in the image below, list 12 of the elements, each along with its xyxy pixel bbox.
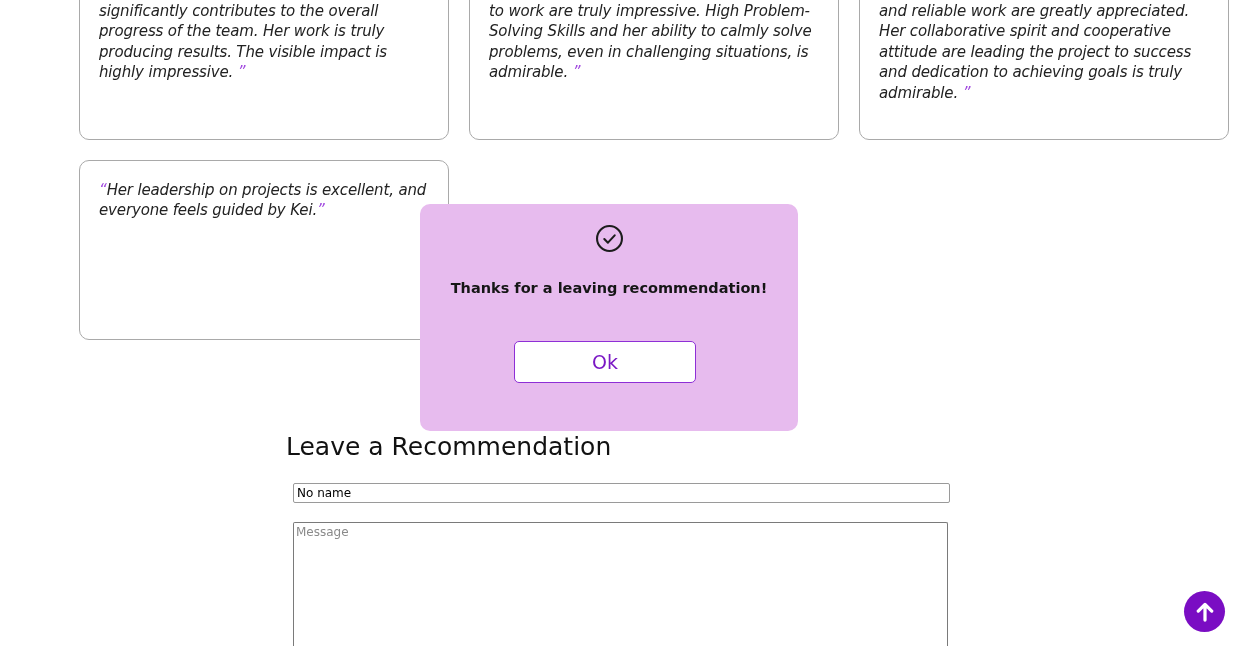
dialog-message: Thanks for a leaving recommendation! [450,279,768,298]
section-heading: Leave a Recommendation [286,432,612,462]
scroll-to-top-button[interactable] [1184,591,1225,632]
recommendation-text: to work are truly impressive. High Problem-Solving Skills and her ability to calmly solve problems, even in challenging situations, is admirable. ” [489,1,813,83]
name-input[interactable]: No name [293,483,950,503]
recommendation-text: “Her leadership on projects is excellent, and everyone feels guided by Kei.” [99,180,428,221]
check-circle-icon [595,225,623,252]
recommendation-text: and reliable work are greatly appreciated. Her collaborative spirit and cooperative attitude are leading the project to success and dedication to achieving goals is truly admirable. ” [879,1,1193,104]
recommendation-text: significantly contributes to the overall progress of the team. Her work is truly producing results. The visible impact is highly impressive. ” [99,1,388,83]
arrow-up-icon [1195,601,1214,622]
ok-button[interactable]: Ok [514,341,696,383]
message-textarea[interactable]: Message [293,522,948,646]
